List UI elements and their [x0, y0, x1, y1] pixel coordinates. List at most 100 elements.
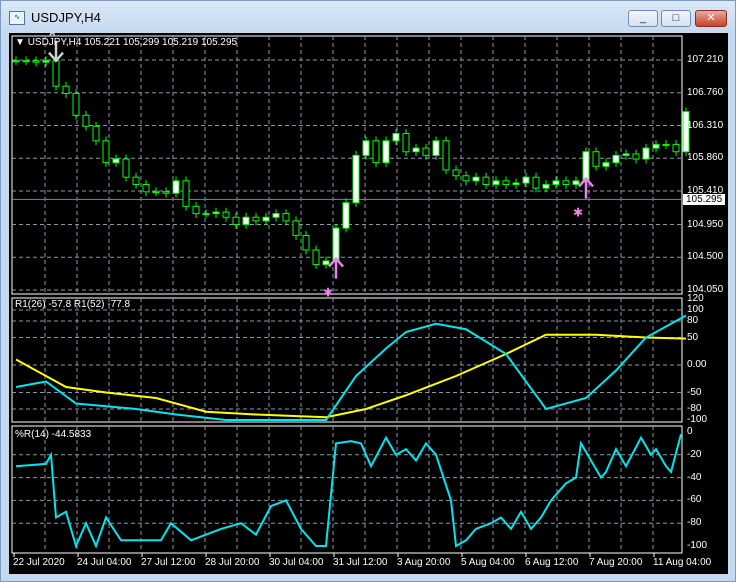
- candle-body: [592, 151, 600, 167]
- candle-body: [182, 180, 190, 207]
- ri-axis-label: -50: [687, 386, 702, 398]
- wpr-axis-label: -80: [687, 517, 702, 529]
- candle-body: [502, 180, 510, 185]
- close-button[interactable]: ✕: [695, 10, 727, 27]
- panel-frame: [11, 35, 683, 295]
- buy-arrow-icon: [578, 176, 594, 199]
- candle-body: [262, 216, 270, 222]
- ri-axis-label: 100: [687, 304, 704, 315]
- candle-body: [672, 143, 680, 153]
- candle-body: [342, 202, 350, 229]
- time-axis-label: 11 Aug 04:00: [653, 557, 712, 568]
- candle-body: [472, 176, 480, 182]
- candle-body: [192, 205, 200, 215]
- candle-body: [422, 147, 430, 156]
- ri-line-R1(26): [15, 314, 687, 421]
- candle-body: [602, 162, 610, 167]
- ri-axis-label: 80: [687, 315, 699, 326]
- star-icon: ✱: [573, 205, 583, 219]
- candle-body: [352, 154, 360, 204]
- candle-body: [642, 147, 650, 160]
- candle-body: [222, 211, 230, 218]
- candle-body: [72, 92, 80, 116]
- candle-body: [212, 211, 220, 215]
- wpr-axis-label: -60: [687, 494, 702, 506]
- price-axis-label: 104.500: [687, 251, 724, 263]
- candle-body: [252, 216, 260, 222]
- main-legend: ▼ USDJPY,H4 105.221 105.299 105.219 105.…: [15, 37, 237, 48]
- buy-arrow-icon: [328, 256, 344, 279]
- candle-body: [242, 216, 250, 226]
- candle-body: [82, 114, 90, 127]
- time-axis-label: 24 Jul 04:00: [77, 557, 132, 568]
- candle-body: [112, 158, 120, 164]
- candle-body: [172, 180, 180, 194]
- wpr-legend: %R(14) -44.5833: [15, 429, 92, 440]
- ri-line-R1(52): [15, 333, 687, 419]
- candle-body: [372, 140, 380, 164]
- wpr-axis-label: -100: [687, 540, 708, 551]
- candle-body: [92, 125, 100, 142]
- candle-body: [322, 260, 330, 266]
- candle-body: [22, 60, 30, 63]
- candle-body: [552, 180, 560, 185]
- current-price-tag: 105.295: [683, 194, 726, 205]
- candle-body: [562, 180, 570, 185]
- ri-axis-label: 50: [687, 331, 699, 343]
- candle-body: [32, 60, 40, 63]
- candle-body: [442, 140, 450, 171]
- candle-body: [142, 183, 150, 193]
- candle-body: [232, 216, 240, 226]
- time-axis-label: 31 Jul 12:00: [333, 557, 388, 568]
- ri-axis-label: -100: [687, 414, 708, 425]
- time-axis-label: 6 Aug 12:00: [525, 557, 579, 568]
- star-icon: ✱: [323, 286, 333, 300]
- candle-body: [292, 220, 300, 236]
- candle-body: [482, 176, 490, 185]
- candle-body: [52, 60, 60, 87]
- chart-window: ∿ USDJPY,H4 _ □ ✕ ★✱✱ ▼ USDJPY,H4 105.22…: [0, 0, 736, 582]
- ri-legend: R1(26) -57.8 R1(52) -77.8: [15, 299, 131, 310]
- main-legend-text: USDJPY,H4 105.221 105.299 105.219 105.29…: [27, 37, 238, 48]
- candle-body: [632, 153, 640, 160]
- time-axis-label: 3 Aug 20:00: [397, 557, 451, 568]
- candle-body: [282, 213, 290, 222]
- collapse-triangle-icon[interactable]: ▼: [15, 37, 28, 48]
- ri-axis-label: -80: [687, 403, 702, 414]
- wpr-axis-label: -40: [687, 471, 702, 483]
- maximize-button[interactable]: □: [661, 10, 691, 27]
- candle-body: [532, 176, 540, 189]
- candle-body: [332, 227, 340, 262]
- chart-app-icon: ∿: [9, 11, 25, 25]
- candle-body: [662, 143, 670, 146]
- time-axis-label: 7 Aug 20:00: [589, 557, 643, 568]
- candle-body: [152, 191, 160, 194]
- wpr-axis-label: -20: [687, 448, 702, 460]
- candle-body: [362, 140, 370, 156]
- candle-body: [102, 140, 110, 164]
- wpr-axis-label: 0: [687, 426, 693, 437]
- chart-area[interactable]: ★✱✱ ▼ USDJPY,H4 105.221 105.299 105.219 …: [9, 33, 728, 574]
- time-axis-label: 30 Jul 04:00: [269, 557, 324, 568]
- time-axis-label: 22 Jul 2020: [13, 557, 65, 568]
- candle-body: [382, 140, 390, 164]
- candle-body: [122, 158, 130, 178]
- price-axis-label: 106.310: [687, 119, 724, 131]
- candle-body: [12, 60, 20, 63]
- candle-body: [462, 175, 470, 182]
- candle-body: [612, 154, 620, 164]
- price-axis-label: 104.950: [687, 218, 724, 230]
- candle-body: [622, 153, 630, 156]
- candle-body: [432, 140, 440, 156]
- title-bar: ∿ USDJPY,H4 _ □ ✕: [1, 1, 735, 33]
- candle-body: [302, 234, 310, 251]
- candle-body: [412, 147, 420, 153]
- candle-body: [652, 143, 660, 149]
- candle-body: [522, 176, 530, 184]
- candle-body: [402, 133, 410, 153]
- candle-body: [312, 249, 320, 266]
- candle-body: [512, 182, 520, 185]
- candle-body: [492, 180, 500, 185]
- minimize-button[interactable]: _: [628, 10, 658, 27]
- price-axis-label: 105.860: [687, 152, 724, 164]
